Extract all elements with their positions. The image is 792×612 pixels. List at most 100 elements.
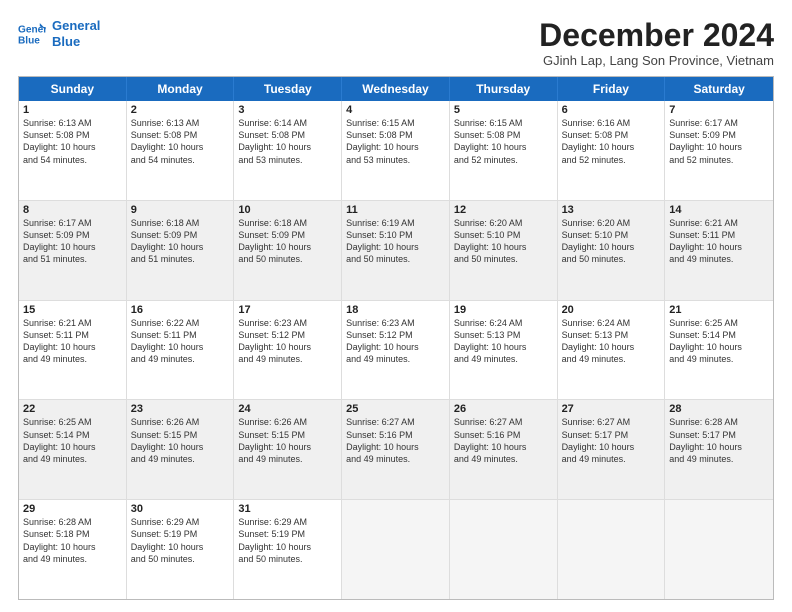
day-cell-6: 6Sunrise: 6:16 AMSunset: 5:08 PMDaylight…	[558, 101, 666, 200]
day-info: Sunrise: 6:17 AMSunset: 5:09 PMDaylight:…	[23, 217, 122, 266]
header-day-thursday: Thursday	[450, 77, 558, 101]
day-info: Sunrise: 6:17 AMSunset: 5:09 PMDaylight:…	[669, 117, 769, 166]
day-cell-2: 2Sunrise: 6:13 AMSunset: 5:08 PMDaylight…	[127, 101, 235, 200]
day-info: Sunrise: 6:20 AMSunset: 5:10 PMDaylight:…	[454, 217, 553, 266]
day-cell-3: 3Sunrise: 6:14 AMSunset: 5:08 PMDaylight…	[234, 101, 342, 200]
day-cell-26: 26Sunrise: 6:27 AMSunset: 5:16 PMDayligh…	[450, 400, 558, 499]
day-number: 13	[562, 204, 661, 216]
day-cell-7: 7Sunrise: 6:17 AMSunset: 5:09 PMDaylight…	[665, 101, 773, 200]
day-cell-27: 27Sunrise: 6:27 AMSunset: 5:17 PMDayligh…	[558, 400, 666, 499]
day-info: Sunrise: 6:20 AMSunset: 5:10 PMDaylight:…	[562, 217, 661, 266]
day-info: Sunrise: 6:15 AMSunset: 5:08 PMDaylight:…	[454, 117, 553, 166]
day-number: 24	[238, 403, 337, 415]
day-number: 27	[562, 403, 661, 415]
day-number: 22	[23, 403, 122, 415]
day-number: 8	[23, 204, 122, 216]
logo-line1: General	[52, 18, 100, 34]
day-number: 26	[454, 403, 553, 415]
day-info: Sunrise: 6:23 AMSunset: 5:12 PMDaylight:…	[346, 317, 445, 366]
day-info: Sunrise: 6:24 AMSunset: 5:13 PMDaylight:…	[562, 317, 661, 366]
calendar-week-3: 15Sunrise: 6:21 AMSunset: 5:11 PMDayligh…	[19, 301, 773, 401]
day-info: Sunrise: 6:18 AMSunset: 5:09 PMDaylight:…	[131, 217, 230, 266]
day-info: Sunrise: 6:21 AMSunset: 5:11 PMDaylight:…	[23, 317, 122, 366]
day-cell-15: 15Sunrise: 6:21 AMSunset: 5:11 PMDayligh…	[19, 301, 127, 400]
title-area: December 2024 GJinh Lap, Lang Son Provin…	[539, 18, 774, 68]
day-cell-4: 4Sunrise: 6:15 AMSunset: 5:08 PMDaylight…	[342, 101, 450, 200]
calendar-week-2: 8Sunrise: 6:17 AMSunset: 5:09 PMDaylight…	[19, 201, 773, 301]
svg-text:Blue: Blue	[18, 35, 40, 46]
day-cell-24: 24Sunrise: 6:26 AMSunset: 5:15 PMDayligh…	[234, 400, 342, 499]
empty-cell	[665, 500, 773, 599]
month-title: December 2024	[539, 18, 774, 53]
day-number: 20	[562, 304, 661, 316]
logo-line2: Blue	[52, 34, 100, 50]
day-cell-20: 20Sunrise: 6:24 AMSunset: 5:13 PMDayligh…	[558, 301, 666, 400]
day-info: Sunrise: 6:13 AMSunset: 5:08 PMDaylight:…	[23, 117, 122, 166]
day-cell-17: 17Sunrise: 6:23 AMSunset: 5:12 PMDayligh…	[234, 301, 342, 400]
day-number: 7	[669, 104, 769, 116]
calendar: SundayMondayTuesdayWednesdayThursdayFrid…	[18, 76, 774, 600]
day-info: Sunrise: 6:26 AMSunset: 5:15 PMDaylight:…	[238, 416, 337, 465]
day-cell-9: 9Sunrise: 6:18 AMSunset: 5:09 PMDaylight…	[127, 201, 235, 300]
day-info: Sunrise: 6:13 AMSunset: 5:08 PMDaylight:…	[131, 117, 230, 166]
day-cell-31: 31Sunrise: 6:29 AMSunset: 5:19 PMDayligh…	[234, 500, 342, 599]
day-cell-30: 30Sunrise: 6:29 AMSunset: 5:19 PMDayligh…	[127, 500, 235, 599]
day-number: 5	[454, 104, 553, 116]
day-number: 29	[23, 503, 122, 515]
day-cell-1: 1Sunrise: 6:13 AMSunset: 5:08 PMDaylight…	[19, 101, 127, 200]
header-day-friday: Friday	[558, 77, 666, 101]
day-number: 14	[669, 204, 769, 216]
calendar-week-5: 29Sunrise: 6:28 AMSunset: 5:18 PMDayligh…	[19, 500, 773, 599]
day-info: Sunrise: 6:28 AMSunset: 5:18 PMDaylight:…	[23, 516, 122, 565]
day-info: Sunrise: 6:25 AMSunset: 5:14 PMDaylight:…	[23, 416, 122, 465]
day-cell-5: 5Sunrise: 6:15 AMSunset: 5:08 PMDaylight…	[450, 101, 558, 200]
day-number: 6	[562, 104, 661, 116]
day-number: 31	[238, 503, 337, 515]
day-number: 4	[346, 104, 445, 116]
day-number: 12	[454, 204, 553, 216]
day-number: 28	[669, 403, 769, 415]
day-cell-19: 19Sunrise: 6:24 AMSunset: 5:13 PMDayligh…	[450, 301, 558, 400]
day-number: 1	[23, 104, 122, 116]
day-number: 25	[346, 403, 445, 415]
page: General Blue General Blue December 2024 …	[0, 0, 792, 612]
day-info: Sunrise: 6:22 AMSunset: 5:11 PMDaylight:…	[131, 317, 230, 366]
day-cell-21: 21Sunrise: 6:25 AMSunset: 5:14 PMDayligh…	[665, 301, 773, 400]
header-day-tuesday: Tuesday	[234, 77, 342, 101]
day-cell-25: 25Sunrise: 6:27 AMSunset: 5:16 PMDayligh…	[342, 400, 450, 499]
empty-cell	[342, 500, 450, 599]
day-info: Sunrise: 6:23 AMSunset: 5:12 PMDaylight:…	[238, 317, 337, 366]
day-info: Sunrise: 6:16 AMSunset: 5:08 PMDaylight:…	[562, 117, 661, 166]
calendar-week-4: 22Sunrise: 6:25 AMSunset: 5:14 PMDayligh…	[19, 400, 773, 500]
day-info: Sunrise: 6:25 AMSunset: 5:14 PMDaylight:…	[669, 317, 769, 366]
day-number: 3	[238, 104, 337, 116]
day-info: Sunrise: 6:26 AMSunset: 5:15 PMDaylight:…	[131, 416, 230, 465]
header-day-sunday: Sunday	[19, 77, 127, 101]
day-number: 2	[131, 104, 230, 116]
header-day-monday: Monday	[127, 77, 235, 101]
day-cell-8: 8Sunrise: 6:17 AMSunset: 5:09 PMDaylight…	[19, 201, 127, 300]
day-cell-14: 14Sunrise: 6:21 AMSunset: 5:11 PMDayligh…	[665, 201, 773, 300]
day-cell-22: 22Sunrise: 6:25 AMSunset: 5:14 PMDayligh…	[19, 400, 127, 499]
calendar-header: SundayMondayTuesdayWednesdayThursdayFrid…	[19, 77, 773, 101]
logo-icon: General Blue	[18, 20, 46, 48]
header-day-saturday: Saturday	[665, 77, 773, 101]
day-info: Sunrise: 6:27 AMSunset: 5:17 PMDaylight:…	[562, 416, 661, 465]
day-cell-12: 12Sunrise: 6:20 AMSunset: 5:10 PMDayligh…	[450, 201, 558, 300]
day-number: 23	[131, 403, 230, 415]
day-number: 18	[346, 304, 445, 316]
day-cell-13: 13Sunrise: 6:20 AMSunset: 5:10 PMDayligh…	[558, 201, 666, 300]
day-info: Sunrise: 6:29 AMSunset: 5:19 PMDaylight:…	[238, 516, 337, 565]
day-info: Sunrise: 6:29 AMSunset: 5:19 PMDaylight:…	[131, 516, 230, 565]
header-day-wednesday: Wednesday	[342, 77, 450, 101]
day-cell-11: 11Sunrise: 6:19 AMSunset: 5:10 PMDayligh…	[342, 201, 450, 300]
day-info: Sunrise: 6:14 AMSunset: 5:08 PMDaylight:…	[238, 117, 337, 166]
day-number: 10	[238, 204, 337, 216]
day-info: Sunrise: 6:28 AMSunset: 5:17 PMDaylight:…	[669, 416, 769, 465]
day-number: 19	[454, 304, 553, 316]
day-info: Sunrise: 6:15 AMSunset: 5:08 PMDaylight:…	[346, 117, 445, 166]
day-cell-18: 18Sunrise: 6:23 AMSunset: 5:12 PMDayligh…	[342, 301, 450, 400]
calendar-body: 1Sunrise: 6:13 AMSunset: 5:08 PMDaylight…	[19, 101, 773, 599]
location: GJinh Lap, Lang Son Province, Vietnam	[539, 53, 774, 68]
day-cell-29: 29Sunrise: 6:28 AMSunset: 5:18 PMDayligh…	[19, 500, 127, 599]
